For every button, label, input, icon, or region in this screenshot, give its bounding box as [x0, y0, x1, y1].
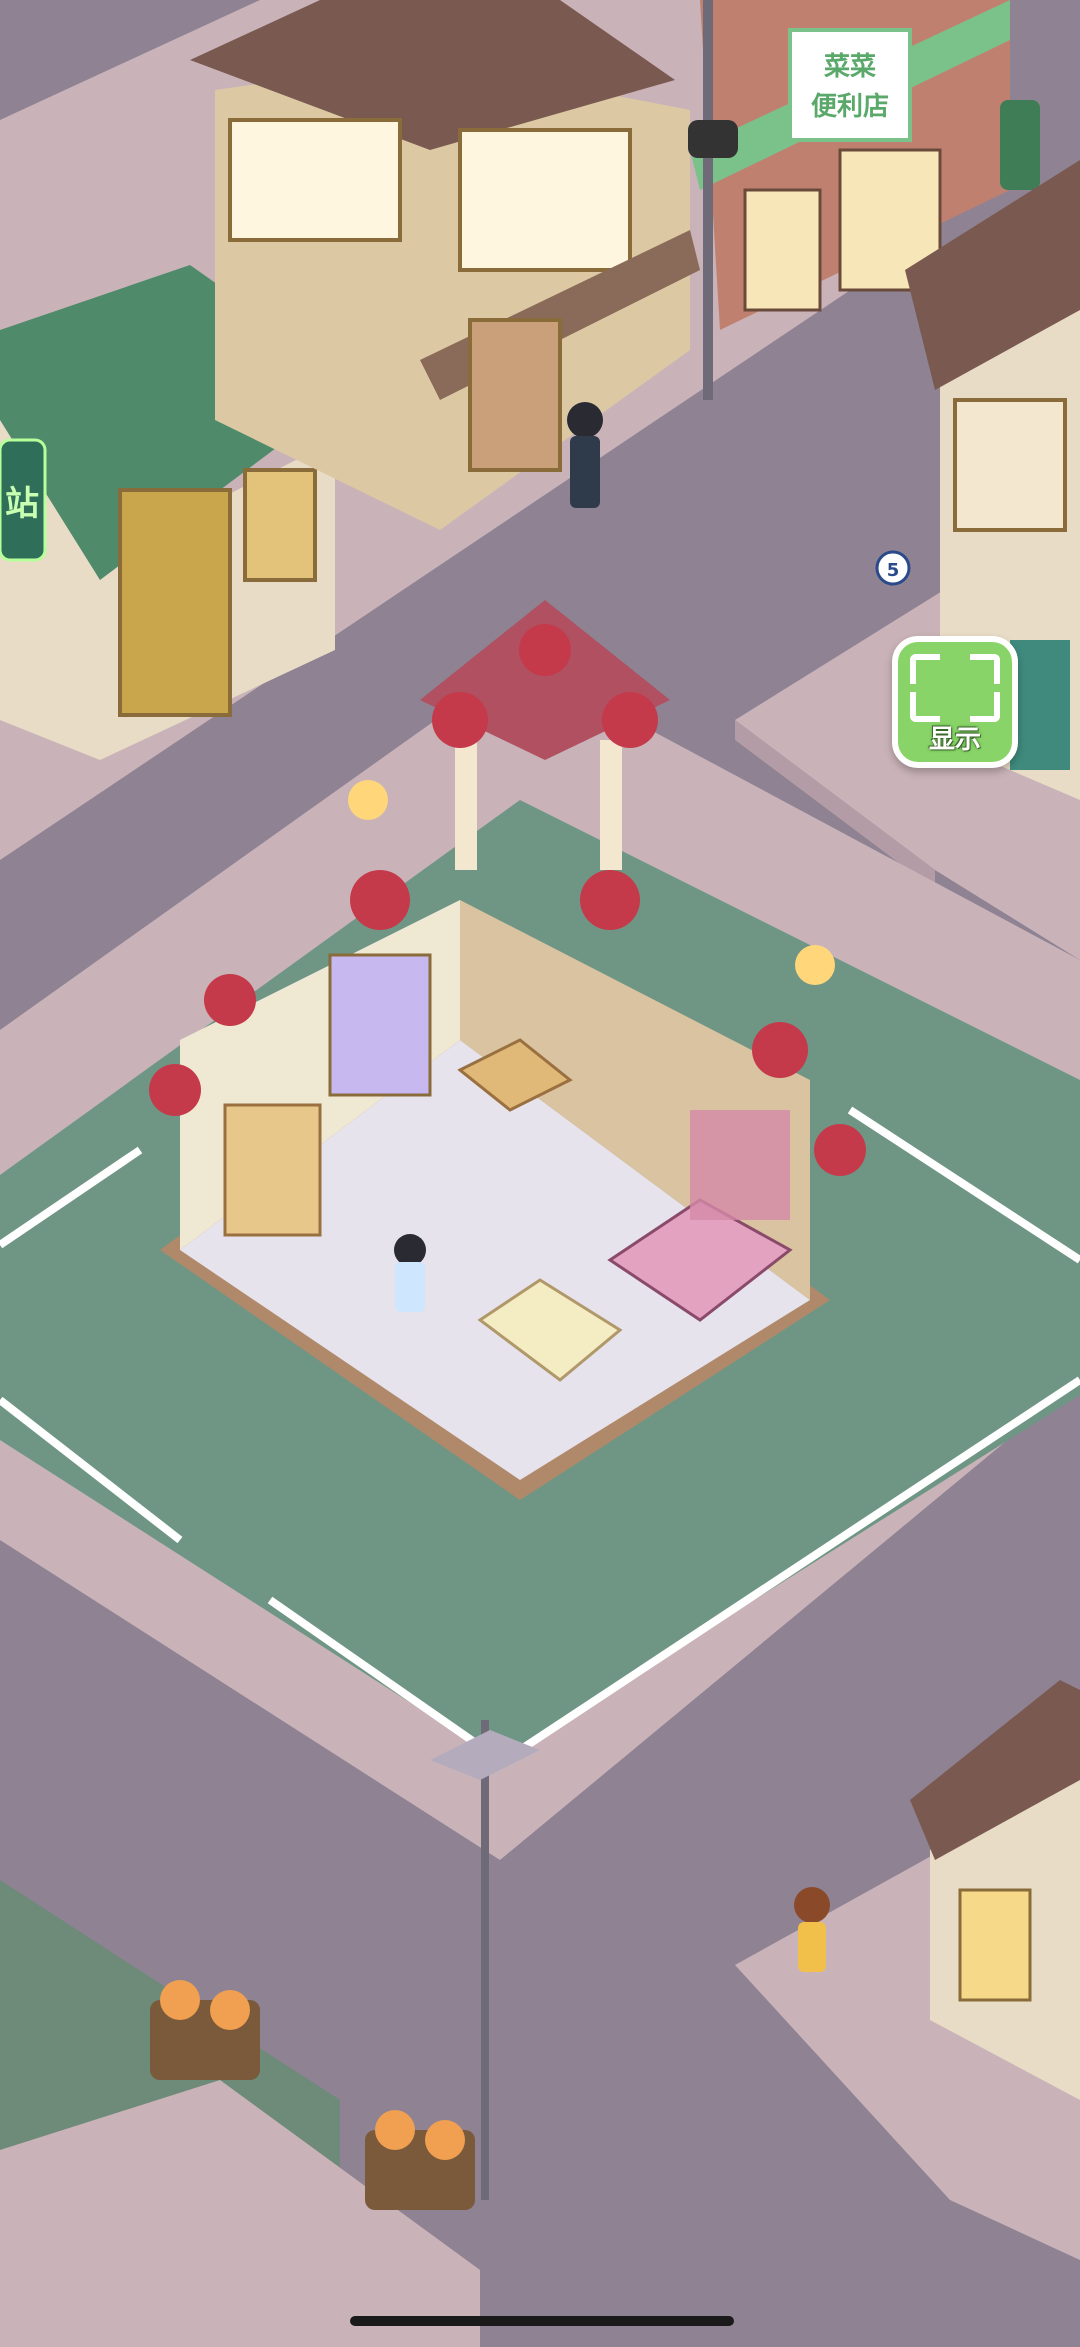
npc-businessman[interactable] — [567, 402, 603, 508]
neon-sign: 站 — [0, 438, 47, 562]
svg-text:便利店: 便利店 — [811, 92, 889, 122]
store-sign: 菜菜 便利店 — [788, 28, 912, 142]
show-toggle-button[interactable]: 显示 — [892, 636, 1018, 768]
number-road-sign: 5 — [875, 550, 911, 586]
player-character[interactable] — [394, 1234, 426, 1312]
bookshelf[interactable] — [223, 1103, 322, 1237]
svg-text:站: 站 — [5, 484, 39, 524]
mailbox-icon — [1000, 100, 1040, 190]
home-indicator[interactable] — [350, 2316, 734, 2326]
npc-girl[interactable] — [794, 1887, 830, 1972]
svg-text:菜菜: 菜菜 — [823, 52, 876, 82]
game-scene[interactable]: 站 菜菜 便利店 5 — [0, 0, 1080, 2347]
show-scan-icon — [910, 692, 940, 722]
show-scan-icon — [910, 654, 940, 684]
show-scan-icon — [970, 692, 1000, 722]
show-scan-icon — [970, 654, 1000, 684]
svg-text:5: 5 — [887, 560, 900, 581]
show-toggle-label: 显示 — [928, 725, 981, 755]
